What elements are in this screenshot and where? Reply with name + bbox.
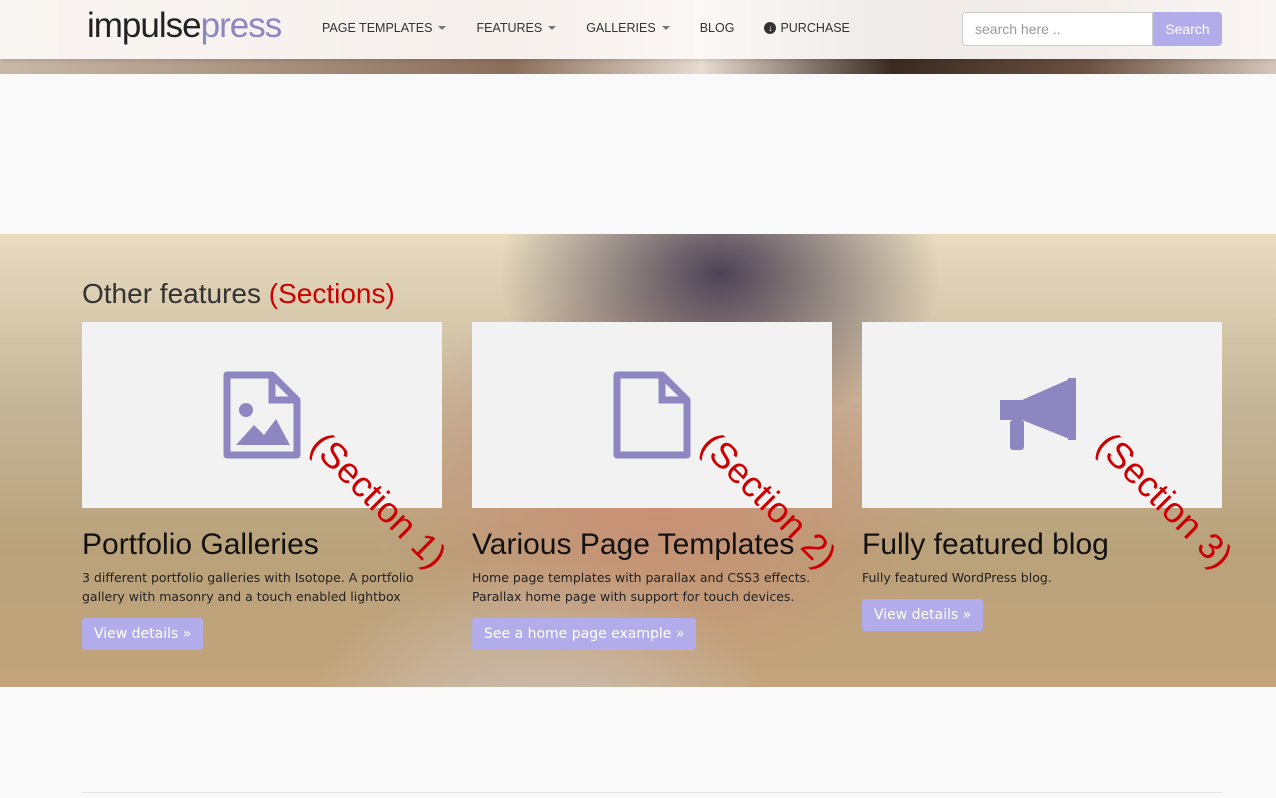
section-title: Other features (Sections) [82,278,395,310]
card-text: 3 different portfolio galleries with Iso… [82,570,414,604]
search-form: Search [962,12,1222,46]
nav-blog[interactable]: BLOG [700,21,735,35]
view-details-button[interactable]: View details » [82,618,204,650]
main-nav: PAGE TEMPLATES FEATURES GALLERIES BLOG ↓… [322,21,880,35]
divider [82,792,1222,793]
nav-galleries[interactable]: GALLERIES [586,21,670,35]
nav-features[interactable]: FEATURES [476,21,557,35]
image-file-icon [223,371,301,459]
search-input[interactable] [962,12,1153,46]
logo-accent: press [200,6,283,45]
nav-label: BLOG [699,21,735,35]
section-title-text: Other features [82,278,261,309]
home-page-example-button[interactable]: See a home page example » [472,618,697,650]
file-icon [613,371,691,459]
card-text: Home page templates with parallax and CS… [472,570,811,604]
caret-down-icon [438,26,447,30]
search-button[interactable]: Search [1153,12,1222,46]
section-annotation: (Sections) [268,278,395,309]
nav-label: GALLERIES [586,21,656,35]
nav-label: FEATURES [476,21,543,35]
nav-label: PURCHASE [780,21,850,35]
card-text: Fully featured WordPress blog. [862,570,1052,585]
nav-purchase[interactable]: ↓ PURCHASE [764,21,850,35]
caret-down-icon [548,26,557,30]
navbar: impulsepress PAGE TEMPLATES FEATURES GAL… [0,0,1276,59]
nav-page-templates[interactable]: PAGE TEMPLATES [322,21,447,35]
megaphone-icon [1000,378,1076,450]
circle-arrow-down-icon: ↓ [764,22,777,34]
logo[interactable]: impulsepress [87,6,283,46]
view-details-button[interactable]: View details » [862,599,984,631]
caret-down-icon [661,26,670,30]
nav-label: PAGE TEMPLATES [322,21,433,35]
logo-text: impulse [87,6,202,45]
